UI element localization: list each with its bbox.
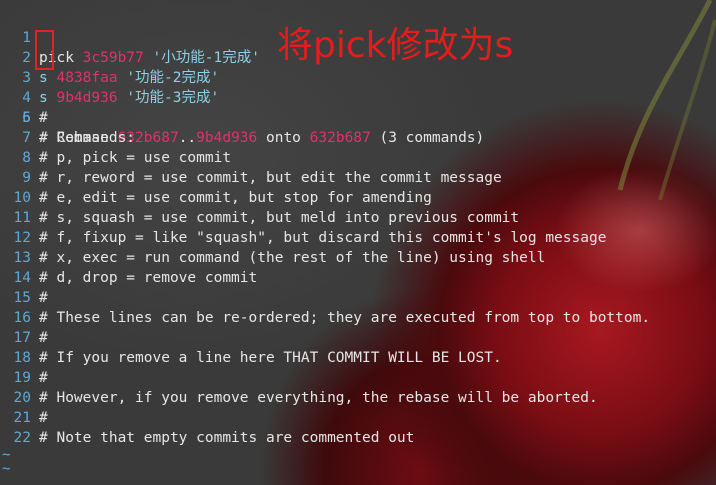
line-text: #	[39, 110, 48, 126]
line-number: 17	[13, 330, 31, 346]
line-text: # r, reword = use commit, but edit the c…	[39, 170, 502, 186]
line-text: # If you remove a line here THAT COMMIT …	[39, 350, 502, 366]
line-text: # d, drop = remove commit	[39, 270, 258, 286]
line-text: # These lines can be re-ordered; they ar…	[39, 310, 651, 326]
line-number: 8	[22, 150, 31, 166]
editor-line[interactable]: 17 #	[0, 328, 716, 348]
line-text: # x, exec = run command (the rest of the…	[39, 250, 546, 266]
tilde-marker: ~	[2, 447, 11, 463]
line-text: # Note that empty commits are commented …	[39, 430, 415, 446]
editor-line[interactable]: 14 # d, drop = remove commit	[0, 268, 716, 288]
editor-line[interactable]: 18 # If you remove a line here THAT COMMI…	[0, 348, 716, 368]
line-number: 12	[13, 230, 31, 246]
line-number: 15	[13, 290, 31, 306]
line-text: # s, squash = use commit, but meld into …	[39, 210, 520, 226]
editor-line[interactable]: 8 # p, pick = use commit	[0, 148, 716, 168]
editor-line[interactable]: 13 # x, exec = run command (the rest of t…	[0, 248, 716, 268]
empty-buffer-line: ~	[0, 448, 716, 462]
line-number: 16	[13, 310, 31, 326]
editor-line[interactable]: 9 # r, reword = use commit, but edit the …	[0, 168, 716, 188]
annotation-text: 将pick修改为s	[277, 25, 514, 66]
line-number: 14	[13, 270, 31, 286]
line-number: 18	[13, 350, 31, 366]
empty-buffer-line: ~	[0, 462, 716, 476]
editor-line[interactable]: 15 #	[0, 288, 716, 308]
editor-line[interactable]: 21 #	[0, 408, 716, 428]
line-text: #	[39, 330, 48, 346]
highlight-box	[35, 30, 54, 70]
line-number: 22	[13, 430, 31, 446]
editor-line[interactable]: 5 # Rebase 632b687..9b4d936 onto 632b687…	[0, 88, 716, 146]
editor-line[interactable]: 20 # However, if you remove everything, t…	[0, 388, 716, 408]
editor-line[interactable]: 19 #	[0, 368, 716, 388]
line-text: # Commands:	[39, 130, 136, 146]
line-text: # However, if you remove everything, the…	[39, 390, 598, 406]
editor-line[interactable]: 10 # e, edit = use commit, but stop for a…	[0, 188, 716, 208]
line-text: # e, edit = use commit, but stop for ame…	[39, 190, 432, 206]
line-number: 6	[22, 110, 31, 126]
line-number: 19	[13, 370, 31, 386]
line-number: 11	[13, 210, 31, 226]
editor-line[interactable]: 12 # f, fixup = like "squash", but discar…	[0, 228, 716, 248]
editor-line[interactable]: 6 #	[0, 108, 716, 128]
line-text: #	[39, 370, 48, 386]
line-text: # p, pick = use commit	[39, 150, 232, 166]
line-number: 20	[13, 390, 31, 406]
editor-line[interactable]: 7 # Commands:	[0, 128, 716, 148]
line-number: 10	[13, 190, 31, 206]
vim-editor[interactable]: 1 pick 3c59b77 '小功能-1完成' 2 s 4838faa '功能…	[0, 8, 716, 476]
line-text: #	[39, 290, 48, 306]
line-number: 21	[13, 410, 31, 426]
line-number: 7	[22, 130, 31, 146]
editor-line[interactable]: 4	[0, 68, 716, 106]
editor-line[interactable]: 11 # s, squash = use commit, but meld int…	[0, 208, 716, 228]
line-number: 13	[13, 250, 31, 266]
line-text: #	[39, 410, 48, 426]
line-text: # f, fixup = like "squash", but discard …	[39, 230, 607, 246]
line-number: 9	[22, 170, 31, 186]
editor-line[interactable]: 16 # These lines can be re-ordered; they …	[0, 308, 716, 328]
editor-line[interactable]: 22 # Note that empty commits are commente…	[0, 428, 716, 448]
tilde-marker: ~	[2, 461, 11, 477]
